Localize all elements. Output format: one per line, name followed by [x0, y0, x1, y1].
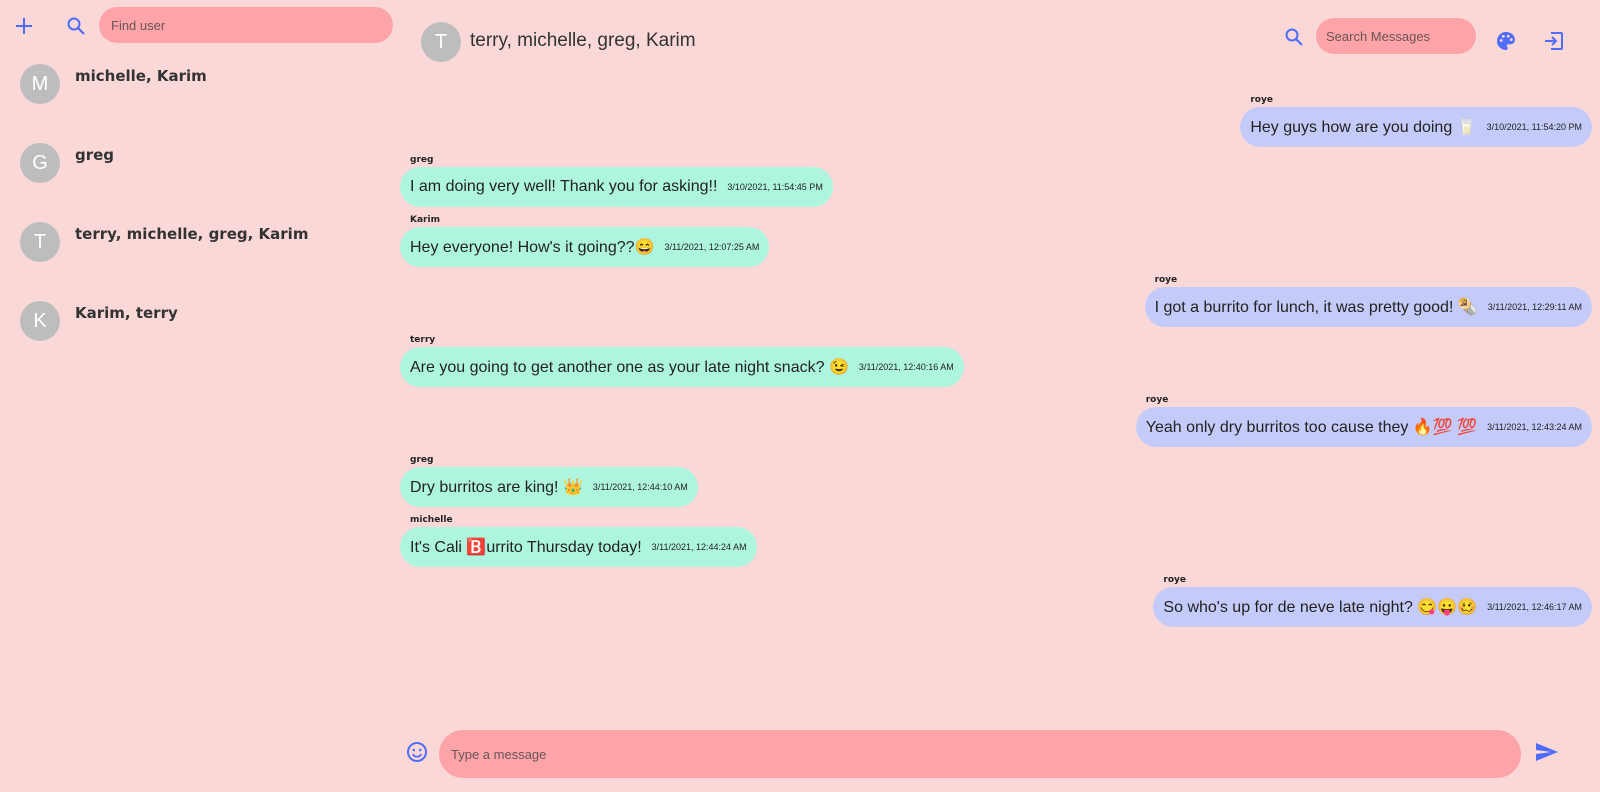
conversation-item[interactable]: G greg — [0, 139, 400, 218]
sidebar: M michelle, Karim G greg T terry, michel… — [0, 0, 400, 792]
message-bubble: Yeah only dry burritos too cause they 🔥💯… — [1135, 407, 1592, 447]
emoji-icon[interactable] — [403, 738, 431, 766]
conversation-item[interactable]: K Karim, terry — [0, 297, 400, 376]
message: greg Dry burritos are king! 👑 3/11/2021,… — [400, 455, 698, 507]
avatar: K — [20, 301, 60, 341]
conversation-list: M michelle, Karim G greg T terry, michel… — [0, 60, 400, 376]
message-text: Hey everyone! How's it going??😄 — [410, 239, 655, 256]
message-bubble: So who's up for de neve late night? 😋😛🥴 … — [1153, 587, 1592, 627]
message-bubble: It's Cali 🅱️urrito Thursday today! 3/11/… — [400, 527, 757, 567]
message: Karim Hey everyone! How's it going??😄 3/… — [400, 215, 770, 267]
message-bubble: I got a burrito for lunch, it was pretty… — [1144, 287, 1592, 327]
message-list: roye Hey guys how are you doing 🥛 3/10/2… — [400, 90, 1600, 730]
message-sender: terry — [410, 335, 436, 345]
conversation-name: michelle, Karim — [75, 67, 207, 85]
message-bubble: I am doing very well! Thank you for aski… — [400, 167, 833, 207]
find-user-input[interactable] — [99, 7, 393, 43]
message-time: 3/11/2021, 12:40:16 AM — [858, 362, 954, 372]
search-icon[interactable] — [62, 12, 90, 40]
message-sender: michelle — [410, 515, 453, 525]
message-time: 3/10/2021, 11:54:45 PM — [727, 182, 823, 192]
message-time: 3/11/2021, 12:44:10 AM — [592, 482, 688, 492]
message: greg I am doing very well! Thank you for… — [400, 155, 833, 207]
message-sender: roye — [1163, 575, 1187, 585]
message-sender: roye — [1145, 395, 1169, 405]
conversation-name: Karim, terry — [75, 304, 178, 322]
message-text: It's Cali 🅱️urrito Thursday today! — [410, 539, 642, 556]
message: michelle It's Cali 🅱️urrito Thursday tod… — [400, 515, 757, 567]
message-time: 3/11/2021, 12:29:11 AM — [1487, 302, 1582, 312]
message-text: Hey guys how are you doing 🥛 — [1250, 119, 1477, 136]
message-time: 3/11/2021, 12:44:24 AM — [651, 542, 747, 552]
conversation-name: greg — [75, 146, 115, 164]
message-bubble: Hey everyone! How's it going??😄 3/11/202… — [400, 227, 770, 267]
message: roye So who's up for de neve late night?… — [1153, 575, 1592, 627]
message-time: 3/10/2021, 11:54:20 PM — [1486, 122, 1582, 132]
message-time: 3/11/2021, 12:46:17 AM — [1487, 602, 1582, 612]
message-text: So who's up for de neve late night? 😋😛🥴 — [1163, 599, 1478, 616]
message-bubble: Dry burritos are king! 👑 3/11/2021, 12:4… — [400, 467, 698, 507]
avatar: G — [20, 143, 60, 183]
chat-title: terry, michelle, greg, Karim — [470, 30, 696, 51]
conversation-item[interactable]: M michelle, Karim — [0, 60, 400, 139]
message-sender: greg — [410, 155, 434, 165]
sidebar-toolbar — [0, 0, 400, 50]
search-messages-input[interactable] — [1316, 18, 1476, 54]
chat-app: M michelle, Karim G greg T terry, michel… — [0, 0, 1600, 792]
message: roye Hey guys how are you doing 🥛 3/10/2… — [1240, 95, 1592, 147]
search-icon[interactable] — [1280, 23, 1308, 51]
message-sender: greg — [410, 455, 434, 465]
message-text: Are you going to get another one as your… — [410, 359, 849, 376]
conversation-name: terry, michelle, greg, Karim — [75, 225, 309, 243]
avatar: M — [20, 64, 60, 104]
avatar: T — [421, 22, 461, 62]
message-time: 3/11/2021, 12:43:24 AM — [1487, 422, 1582, 432]
message-sender: Karim — [410, 215, 440, 225]
message-sender: roye — [1250, 95, 1273, 105]
message-text: Yeah only dry burritos too cause they 🔥💯… — [1145, 419, 1478, 436]
message: roye I got a burrito for lunch, it was p… — [1144, 275, 1592, 327]
message-sender: roye — [1154, 275, 1178, 285]
plus-icon[interactable] — [10, 12, 38, 40]
conversation-item[interactable]: T terry, michelle, greg, Karim — [0, 218, 400, 297]
message-bubble: Are you going to get another one as your… — [400, 347, 964, 387]
message-text: Dry burritos are king! 👑 — [410, 479, 583, 496]
composer — [400, 730, 1600, 792]
chat-header: T terry, michelle, greg, Karim — [400, 0, 1600, 90]
logout-icon[interactable] — [1541, 28, 1567, 54]
message: terry Are you going to get another one a… — [400, 335, 964, 387]
message-time: 3/11/2021, 12:07:25 AM — [664, 242, 760, 252]
message: roye Yeah only dry burritos too cause th… — [1135, 395, 1592, 447]
message-bubble: Hey guys how are you doing 🥛 3/10/2021, … — [1240, 107, 1592, 147]
message-input[interactable] — [439, 730, 1521, 778]
avatar: T — [20, 222, 60, 262]
message-text: I am doing very well! Thank you for aski… — [410, 178, 718, 195]
send-icon[interactable] — [1533, 738, 1561, 766]
palette-icon[interactable] — [1493, 28, 1519, 54]
message-text: I got a burrito for lunch, it was pretty… — [1154, 299, 1478, 316]
